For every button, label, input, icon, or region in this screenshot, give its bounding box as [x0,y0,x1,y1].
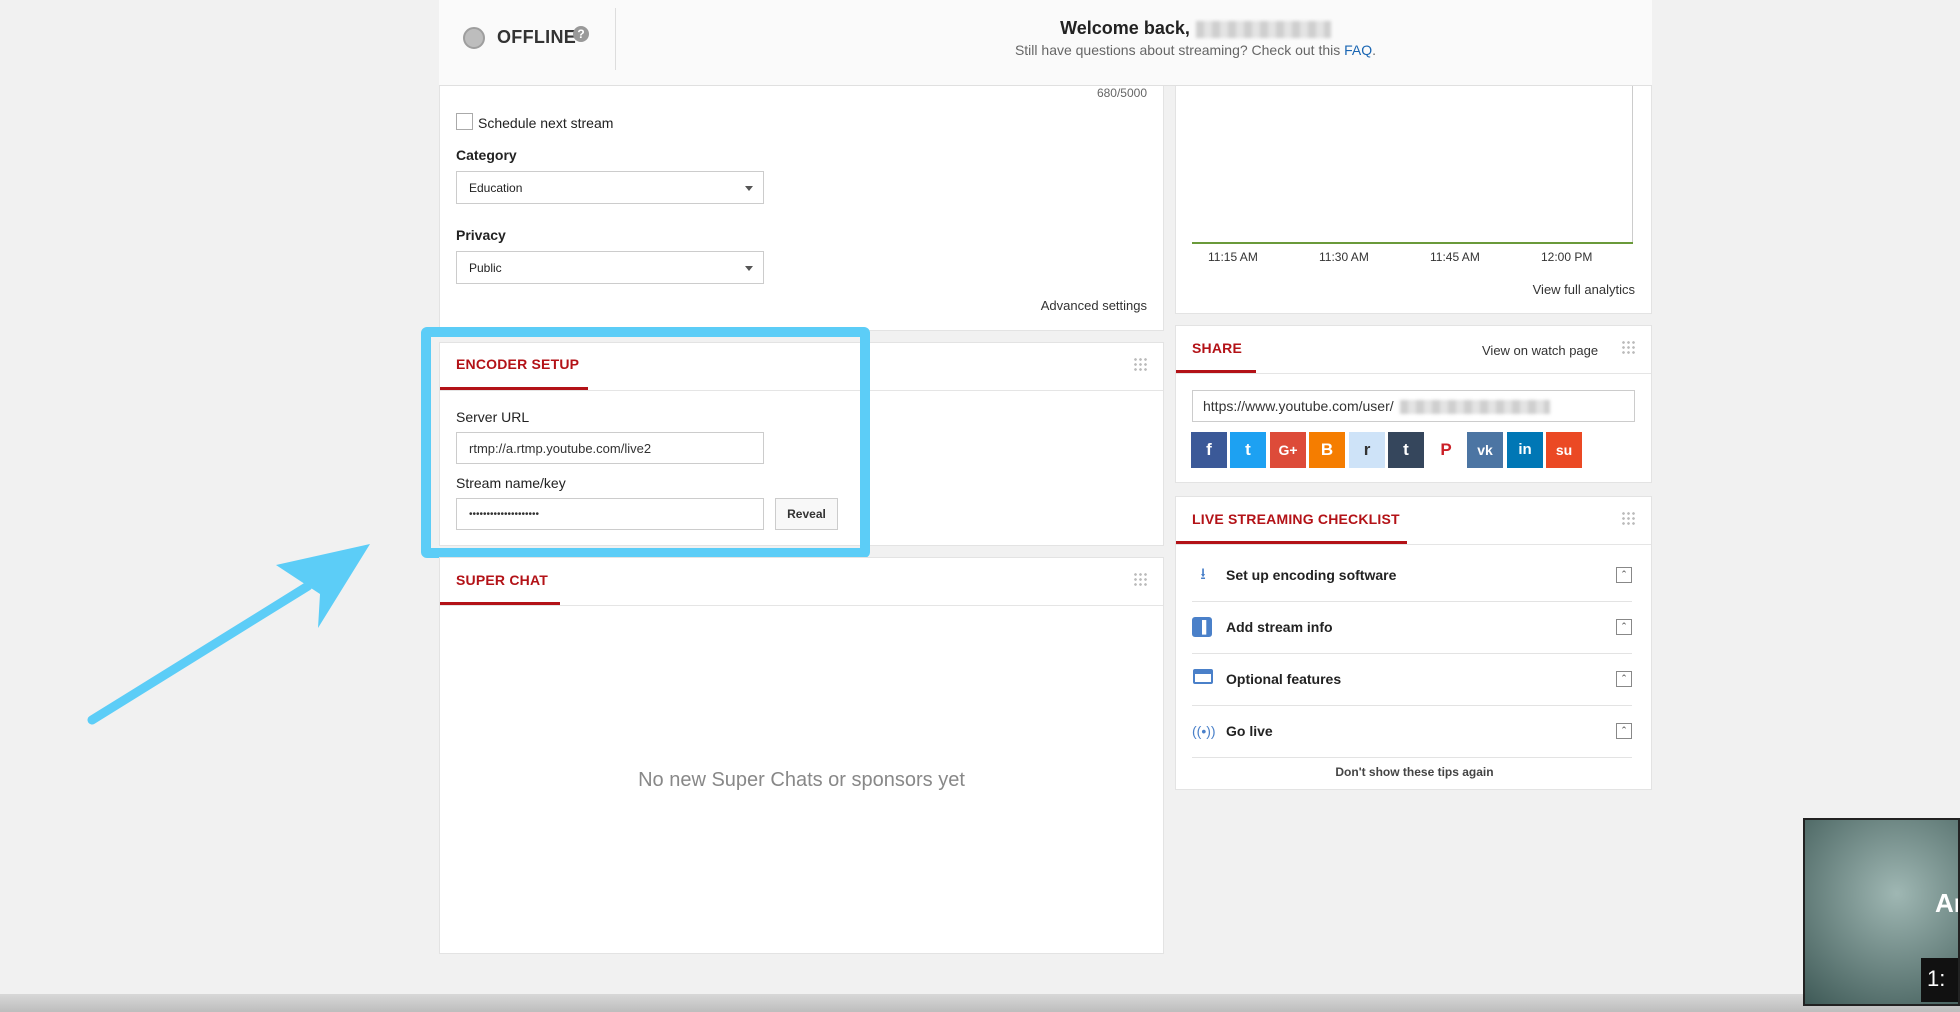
faq-period: . [1372,42,1377,58]
chevron-up-icon[interactable]: ⌃ [1616,671,1632,687]
vk-share-button[interactable]: vk [1467,432,1503,468]
checklist-item-label: Set up encoding software [1226,567,1397,583]
category-label: Category [456,147,517,163]
top-status-bar: OFFLINE ? Welcome back, Still have quest… [439,0,1652,86]
encoder-highlight-box [421,327,870,558]
faq-link[interactable]: FAQ [1344,42,1372,58]
description-char-count: 680/5000 [1096,86,1147,100]
video-progress-strip [0,994,1960,1012]
welcome-message: Welcome back, [439,18,1652,39]
chevron-up-icon[interactable]: ⌃ [1616,619,1632,635]
time-tick: 11:15 AM [1208,250,1258,264]
share-url-text: https://www.youtube.com/user/ [1203,398,1394,414]
chevron-down-icon [745,266,753,271]
time-tick: 11:45 AM [1430,250,1480,264]
stumbleupon-share-button[interactable]: su [1546,432,1582,468]
download-icon: ⭳ [1200,566,1206,583]
pointer-arrow-icon [87,544,370,725]
chevron-down-icon [745,186,753,191]
checklist-item-stream-info[interactable]: ▐ Add stream info ⌃ [1192,601,1632,654]
checklist-divider [1176,544,1651,545]
category-select[interactable]: Education [456,171,764,204]
arrow-head [276,544,370,628]
time-tick: 11:30 AM [1319,250,1369,264]
share-url-field[interactable]: https://www.youtube.com/user/ [1192,390,1635,422]
super-chat-card: SUPER CHAT No new Super Chats or sponsor… [439,557,1164,954]
welcome-text: Welcome back, [1060,18,1190,38]
pinterest-share-button[interactable]: P [1428,432,1464,468]
advanced-settings-link[interactable]: Advanced settings [1041,298,1147,313]
share-divider [1176,373,1651,374]
arrow-shaft [87,581,313,725]
drag-handle-icon[interactable] [1133,572,1149,586]
checklist-item-optional-features[interactable]: Optional features ⌃ [1192,653,1632,706]
privacy-label: Privacy [456,227,506,243]
chart-icon: ▐ [1192,617,1212,637]
thumbnail-timestamp: 1: [1921,958,1958,1002]
chevron-up-icon[interactable]: ⌃ [1616,723,1632,739]
checklist-item-label: Add stream info [1226,619,1333,635]
super-chat-tab[interactable]: SUPER CHAT [456,572,548,588]
checklist-item-go-live[interactable]: ((•)) Go live ⌃ [1192,705,1632,758]
card-icon [1192,669,1214,689]
chevron-up-icon[interactable]: ⌃ [1616,567,1632,583]
analytics-card: 11:15 AM 11:30 AM 11:45 AM 12:00 PM View… [1175,86,1652,314]
super-chat-empty-message: No new Super Chats or sponsors yet [638,769,965,791]
facebook-share-button[interactable]: f [1191,432,1227,468]
view-full-analytics-link[interactable]: View full analytics [1533,282,1635,297]
drag-handle-icon[interactable] [1133,357,1149,371]
reddit-share-button[interactable]: r [1349,432,1385,468]
checklist-item-label: Optional features [1226,671,1342,687]
drag-handle-icon[interactable] [1621,340,1637,354]
share-tab[interactable]: SHARE [1192,340,1242,356]
view-on-watch-page-link[interactable]: View on watch page [1482,343,1598,358]
blurred-channel-name [1399,400,1550,415]
faq-prompt-text: Still have questions about streaming? Ch… [1014,42,1341,58]
video-thumbnail[interactable]: Ar 1: [1803,818,1960,1006]
time-tick: 12:00 PM [1541,250,1593,264]
privacy-select[interactable]: Public [456,251,764,284]
broadcast-icon: ((•)) [1192,723,1216,739]
blogger-share-button[interactable]: B [1309,432,1345,468]
super-chat-divider [440,605,1163,606]
faq-prompt: Still have questions about streaming? Ch… [439,42,1652,58]
stream-info-card: 680/5000 Schedule next stream Category E… [439,86,1164,331]
checklist-tab[interactable]: LIVE STREAMING CHECKLIST [1192,511,1400,527]
schedule-label: Schedule next stream [478,115,614,131]
linkedin-share-button[interactable]: in [1507,432,1543,468]
dismiss-tips-link[interactable]: Don't show these tips again [1176,765,1653,779]
drag-handle-icon[interactable] [1621,511,1637,525]
tumblr-share-button[interactable]: t [1388,432,1424,468]
checklist-item-encoding[interactable]: ⭳ Set up encoding software ⌃ [1192,549,1632,602]
analytics-chart-axis-y [1632,86,1633,243]
twitter-share-button[interactable]: t [1230,432,1266,468]
thumbnail-title-text: Ar [1935,888,1958,918]
blurred-username [1195,20,1331,38]
analytics-chart-line [1192,242,1633,244]
privacy-value: Public [469,261,502,275]
google-plus-share-button[interactable]: G+ [1270,432,1306,468]
analytics-time-ticks: 11:15 AM 11:30 AM 11:45 AM 12:00 PM [1176,250,1653,266]
checklist-item-label: Go live [1226,723,1273,739]
schedule-checkbox[interactable] [456,113,473,130]
category-value: Education [469,181,523,195]
